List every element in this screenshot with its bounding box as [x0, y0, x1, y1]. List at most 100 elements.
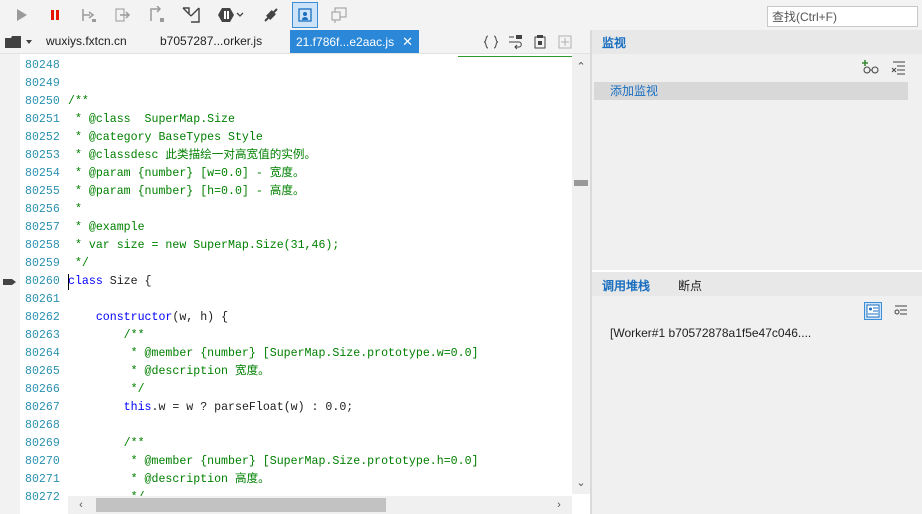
- line-number: 80264: [25, 347, 60, 360]
- tab-wuxiys[interactable]: wuxiys.fxtcn.cn: [40, 30, 133, 53]
- tab-breakpoints[interactable]: 断点: [678, 277, 702, 294]
- line-source: class Size {: [68, 275, 152, 288]
- line-source: /**: [68, 95, 89, 108]
- line-source: * @param {number} [h=0.0] - 高度。: [68, 185, 305, 198]
- close-tab-icon[interactable]: ✕: [402, 34, 413, 49]
- step-into-next-call-icon: [182, 7, 200, 23]
- debug-just-my-code-icon: [298, 8, 312, 22]
- code-editor[interactable]: 80248 80249 80250 /** 80251 * @class SuperMa…: [0, 54, 590, 514]
- line-source: * @param {number} [w=0.0] - 宽度。: [68, 167, 305, 180]
- callstack-row[interactable]: [Worker#1 b70572878a1f5e47c046....: [610, 326, 811, 340]
- line-number: 80254: [25, 167, 60, 180]
- line-number: 80249: [25, 77, 60, 90]
- line-number: 80263: [25, 329, 60, 342]
- disconnect-icon: [264, 8, 278, 22]
- horizontal-scroll-thumb[interactable]: [96, 498, 386, 512]
- chevron-down-icon: [26, 40, 32, 44]
- continue-icon: [17, 9, 27, 21]
- line-number: 80252: [25, 131, 60, 144]
- clear-console-icon: [331, 7, 347, 23]
- show-frame-details-button[interactable]: [864, 302, 882, 320]
- line-number: 80250: [25, 95, 60, 108]
- step-into-next-call-button[interactable]: [178, 2, 204, 28]
- line-number: 80266: [25, 383, 60, 396]
- step-over-button[interactable]: [76, 2, 102, 28]
- horizontal-scrollbar[interactable]: ‹ ›: [68, 496, 572, 514]
- disconnect-button[interactable]: [258, 2, 284, 28]
- editor-tab-strip: wuxiys.fxtcn.cn b7057287...orker.js 21.f…: [0, 30, 590, 54]
- callstack-pane: 调用堆栈 断点 [Worker#1 b70572878a1f5e47c046..…: [592, 272, 922, 514]
- tab-worker-js[interactable]: b7057287...orker.js: [154, 30, 268, 53]
- step-out-button[interactable]: [144, 2, 170, 28]
- line-source: * @category BaseTypes Style: [68, 131, 263, 144]
- watch-title: 监视: [602, 36, 627, 50]
- line-source: /**: [68, 329, 145, 342]
- step-over-icon: [82, 9, 96, 22]
- text-cursor: [68, 274, 69, 290]
- debug-just-my-code-button[interactable]: [292, 2, 318, 28]
- line-number: 80261: [25, 293, 60, 306]
- line-number: 80253: [25, 149, 60, 162]
- line-source: /**: [68, 437, 145, 450]
- add-watch-button[interactable]: [862, 58, 880, 76]
- line-number: 80255: [25, 185, 60, 198]
- line-number: 80262: [25, 311, 60, 324]
- pretty-print-button[interactable]: [482, 33, 500, 51]
- line-number: 80260: [25, 275, 60, 288]
- line-number: 80268: [25, 419, 60, 432]
- source-map-button[interactable]: [531, 33, 549, 51]
- line-number: 80259: [25, 257, 60, 270]
- line-number: 80257: [25, 221, 60, 234]
- clear-list-icon: [891, 61, 905, 75]
- open-documents-button[interactable]: [4, 32, 36, 52]
- step-out-icon: [150, 6, 164, 22]
- scroll-right-icon[interactable]: ›: [550, 496, 568, 514]
- step-into-icon: [115, 8, 131, 22]
- break-all-button[interactable]: [42, 2, 68, 28]
- async-frames-icon: [894, 305, 907, 315]
- watch-pane: 监视 添加监视: [592, 30, 922, 270]
- watch-header: 监视: [592, 30, 922, 54]
- folder-icon: [5, 36, 21, 48]
- exception-behavior-icon: [218, 8, 244, 22]
- mapping-toggle-button[interactable]: [556, 33, 574, 51]
- word-wrap-button[interactable]: [506, 33, 524, 51]
- mapping-toggle-icon: [558, 35, 572, 49]
- line-source: */: [68, 257, 89, 270]
- search-input[interactable]: [767, 6, 918, 27]
- add-watch-item[interactable]: 添加监视: [594, 82, 908, 100]
- line-source: constructor(w, h) {: [68, 311, 229, 324]
- glasses-add-icon: [862, 60, 879, 74]
- line-source: * @member {number} [SuperMap.Size.protot…: [68, 455, 479, 468]
- scroll-down-icon[interactable]: ⌄: [572, 474, 590, 490]
- line-number: 80251: [25, 113, 60, 126]
- tab-call-stack[interactable]: 调用堆栈: [602, 277, 650, 294]
- line-source: * @classdesc 此类描绘一对高宽值的实例。: [68, 149, 317, 162]
- code-lines: 80248 80249 80250 /** 80251 * @class SuperMa…: [20, 54, 572, 514]
- exception-behavior-button[interactable]: [216, 2, 246, 28]
- show-async-frames-button[interactable]: [892, 302, 910, 320]
- scroll-left-icon[interactable]: ‹: [72, 496, 90, 514]
- line-number: 80267: [25, 401, 60, 414]
- line-source: * @description 宽度。: [68, 365, 270, 378]
- frame-details-icon: [866, 304, 880, 318]
- line-source: * @example: [68, 221, 145, 234]
- execution-pointer-icon: [3, 279, 16, 285]
- delete-all-watches-button[interactable]: [890, 58, 908, 76]
- continue-button[interactable]: [8, 2, 34, 28]
- line-number: 80248: [25, 59, 60, 72]
- source-map-icon: [534, 35, 546, 49]
- line-source: * @class SuperMap.Size: [68, 113, 235, 126]
- tab-active-js[interactable]: 21.f786f...e2aac.js ✕: [290, 30, 419, 53]
- scroll-up-icon[interactable]: ⌃: [572, 58, 590, 74]
- line-source: this.w = w ? parseFloat(w) : 0.0;: [68, 401, 354, 414]
- line-source: *: [68, 203, 82, 216]
- clear-console-button[interactable]: [326, 2, 352, 28]
- line-number: 80272: [25, 491, 60, 504]
- step-into-button[interactable]: [110, 2, 136, 28]
- line-number: 80265: [25, 365, 60, 378]
- scroll-position-marker[interactable]: [574, 180, 588, 186]
- line-number: 80269: [25, 437, 60, 450]
- line-number: 80270: [25, 455, 60, 468]
- vertical-scrollbar[interactable]: ⌃ ⌄: [572, 54, 590, 494]
